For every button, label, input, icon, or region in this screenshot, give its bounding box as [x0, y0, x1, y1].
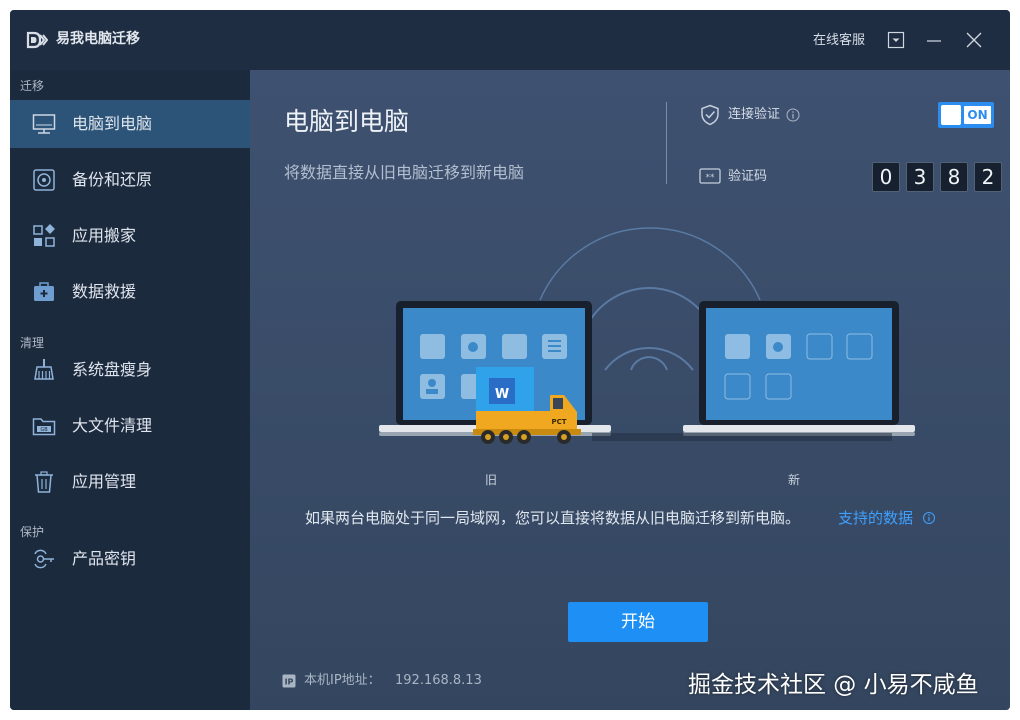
password-field-icon: **: [699, 168, 721, 184]
key-icon: [34, 549, 54, 569]
new-laptop-icon: [683, 301, 915, 436]
ip-icon: IP: [282, 674, 296, 688]
apps-icon: [33, 224, 55, 247]
watermark: 掘金技术社区 @ 小易不咸鱼: [688, 672, 979, 698]
start-button[interactable]: 开始: [568, 602, 708, 642]
title-bar: 易我电脑迁移 在线客服: [10, 10, 1010, 70]
sidebar-item-large-files[interactable]: GB 大文件清理: [10, 402, 250, 450]
verification-code-label: 验证码: [728, 169, 768, 184]
svg-text:**: **: [706, 173, 716, 183]
app-window: 易我电脑迁移 在线客服 迁移 电脑到电脑 备份和还原 应用搬家 数据救援 清理 …: [10, 10, 1010, 710]
main-panel: 电脑到电脑 将数据直接从旧电脑迁移到新电脑 连接验证 ON ** 验证码 0 3…: [250, 70, 1010, 710]
sidebar-item-data-rescue[interactable]: 数据救援: [10, 268, 250, 316]
minimize-icon[interactable]: [924, 30, 944, 50]
sidebar-item-label: 产品密钥: [72, 549, 137, 568]
code-digit: 2: [974, 162, 1002, 192]
sidebar-item-app-manage[interactable]: 应用管理: [10, 458, 250, 506]
svg-text:IP: IP: [285, 678, 294, 687]
description-text: 如果两台电脑处于同一局域网，您可以直接将数据从旧电脑迁移到新电脑。: [305, 509, 801, 527]
close-icon[interactable]: [964, 30, 984, 50]
monitor-icon: [32, 114, 56, 134]
sidebar-item-label: 数据救援: [72, 282, 137, 301]
shield-icon: [701, 104, 719, 126]
header-divider: [666, 102, 667, 184]
sidebar-item-label: 应用管理: [72, 472, 137, 491]
sidebar-item-label: 应用搬家: [72, 226, 137, 245]
broom-icon: [34, 359, 54, 380]
dropdown-menu-icon[interactable]: [886, 30, 906, 50]
info-icon[interactable]: [922, 511, 936, 525]
online-support-link[interactable]: 在线客服: [813, 32, 865, 50]
page-title: 电脑到电脑: [284, 107, 410, 136]
toggle-knob: [941, 105, 961, 125]
sidebar-item-label: 系统盘瘦身: [72, 360, 153, 379]
transfer-illustration: W PCT: [379, 227, 915, 444]
backup-icon: [33, 169, 55, 191]
sidebar-item-label: 大文件清理: [72, 416, 153, 435]
svg-text:PCT: PCT: [551, 418, 566, 426]
app-logo-icon: [26, 31, 48, 49]
local-ip-label: 本机IP地址：: [304, 673, 381, 688]
page-subtitle: 将数据直接从旧电脑迁移到新电脑: [284, 163, 525, 182]
connection-verify-label: 连接验证: [728, 107, 781, 122]
section-migrate: 迁移: [20, 79, 45, 93]
code-digit: 8: [940, 162, 968, 192]
folder-gb-icon: GB: [32, 418, 56, 436]
trash-icon: [35, 471, 53, 493]
rescue-kit-icon: [34, 282, 54, 301]
connection-verify-toggle[interactable]: ON: [938, 102, 994, 128]
info-icon[interactable]: [786, 108, 800, 122]
sidebar-item-backup-restore[interactable]: 备份和还原: [10, 156, 250, 204]
sidebar-item-app-migration[interactable]: 应用搬家: [10, 212, 250, 260]
local-ip-value: 192.168.8.13: [395, 673, 482, 688]
app-title: 易我电脑迁移: [56, 31, 140, 47]
sidebar-item-product-key[interactable]: 产品密钥: [10, 535, 250, 583]
svg-text:GB: GB: [40, 427, 48, 433]
sidebar: 迁移 电脑到电脑 备份和还原 应用搬家 数据救援 清理 系统盘瘦身 GB 大文件…: [10, 70, 250, 710]
toggle-state-label: ON: [964, 106, 991, 124]
supported-data-link[interactable]: 支持的数据: [838, 508, 913, 528]
sidebar-item-pc-to-pc[interactable]: 电脑到电脑: [10, 100, 250, 148]
sidebar-item-label: 备份和还原: [72, 170, 153, 189]
sidebar-item-label: 电脑到电脑: [72, 114, 153, 133]
sidebar-item-system-slim[interactable]: 系统盘瘦身: [10, 346, 250, 394]
svg-text:W: W: [495, 387, 509, 402]
code-digit: 0: [872, 162, 900, 192]
new-pc-label: 新: [787, 473, 800, 487]
old-pc-label: 旧: [484, 473, 497, 487]
code-digit: 3: [906, 162, 934, 192]
